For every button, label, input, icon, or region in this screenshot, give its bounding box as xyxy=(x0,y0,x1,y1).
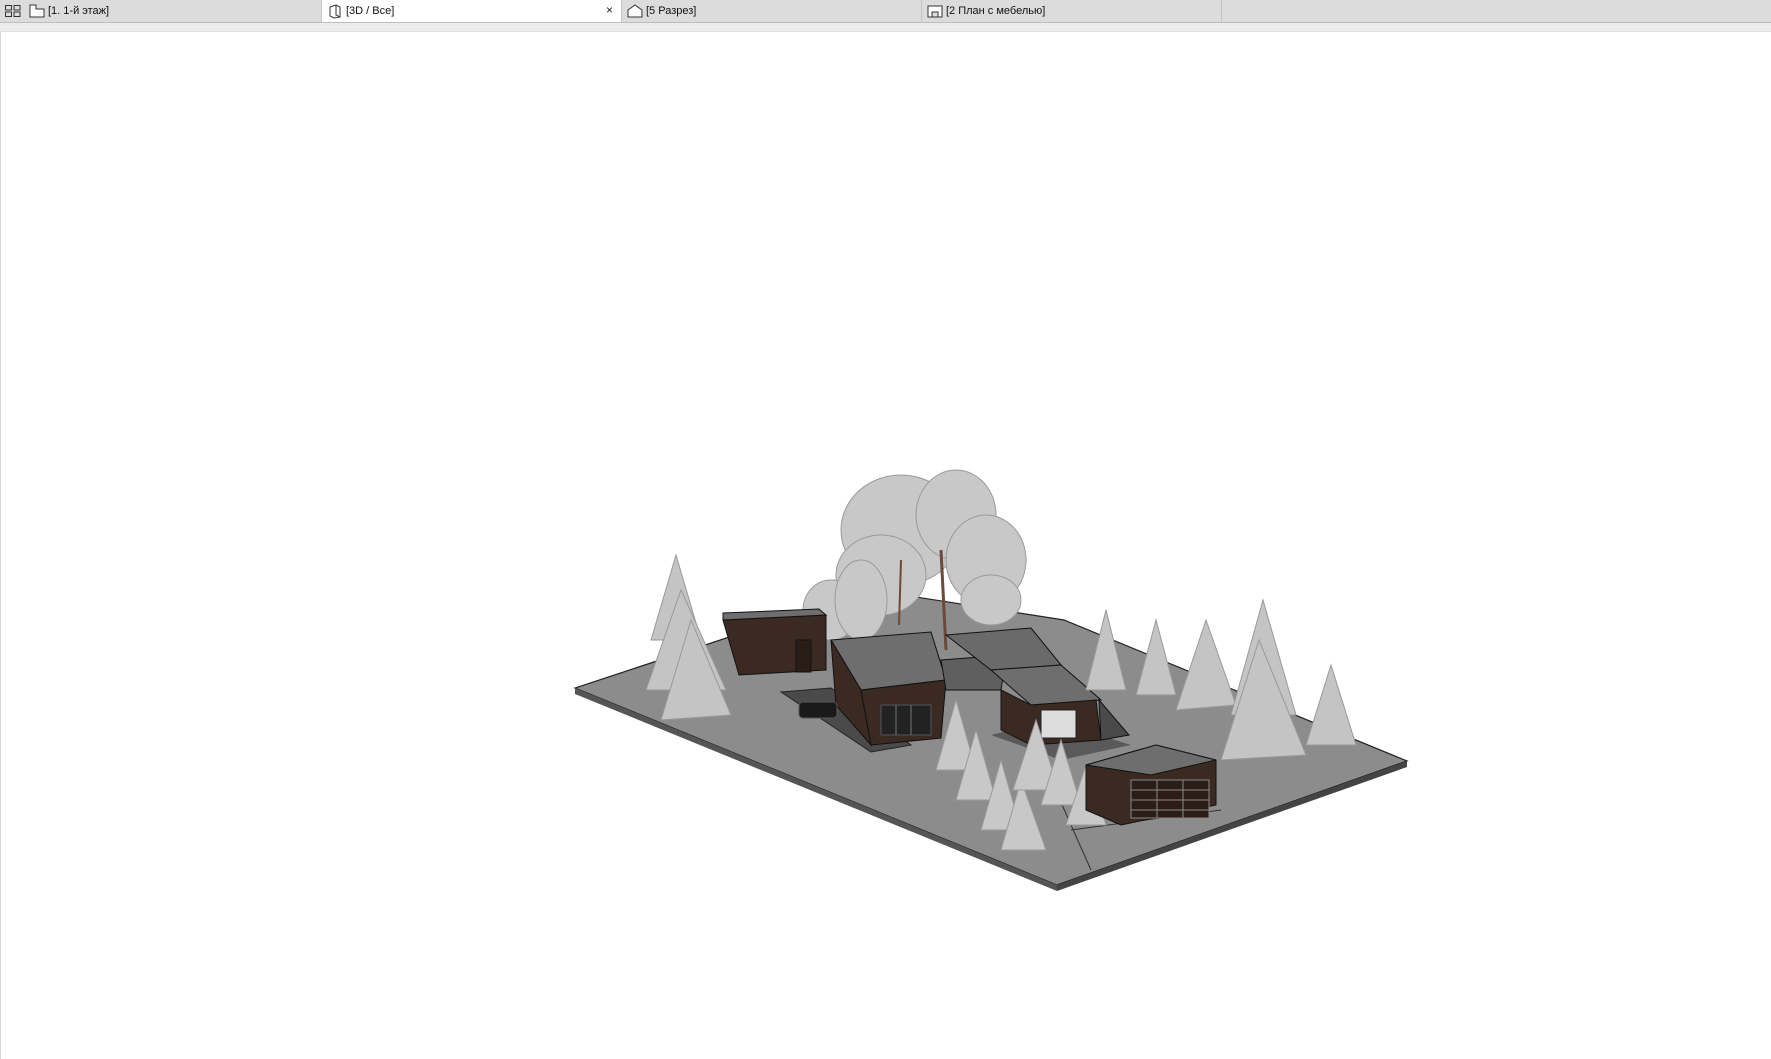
tab-furniture-plan[interactable]: [2 План с мебелью] xyxy=(922,0,1222,22)
tab-label: [5 Разрез] xyxy=(646,5,697,17)
3d-view-icon xyxy=(326,3,344,19)
outbuilding-left xyxy=(722,608,828,676)
3d-model-scene xyxy=(573,469,1409,891)
tab-floor-1[interactable]: [1. 1-й этаж] xyxy=(26,0,322,22)
floor-plan-icon xyxy=(28,3,46,19)
layout-icon xyxy=(926,3,944,19)
tab-label: [3D / Все] xyxy=(346,5,395,17)
close-tab-icon[interactable]: × xyxy=(606,3,613,17)
tab-overview-button[interactable] xyxy=(0,0,26,22)
view-tab-bar: [1. 1-й этаж] [3D / Все] × [5 Разрез] [2… xyxy=(0,0,1771,23)
tab-label: [2 План с мебелью] xyxy=(946,5,1046,17)
toolbar-strip xyxy=(0,23,1771,32)
section-icon xyxy=(626,3,644,19)
grid-icon xyxy=(5,5,21,17)
tab-3d-all[interactable]: [3D / Все] × xyxy=(322,0,622,22)
car xyxy=(798,701,838,719)
tab-bar-empty-area xyxy=(1222,0,1771,22)
tab-section-5[interactable]: [5 Разрез] xyxy=(622,0,922,22)
tab-label: [1. 1-й этаж] xyxy=(48,5,110,17)
3d-viewport[interactable] xyxy=(0,32,1771,1059)
